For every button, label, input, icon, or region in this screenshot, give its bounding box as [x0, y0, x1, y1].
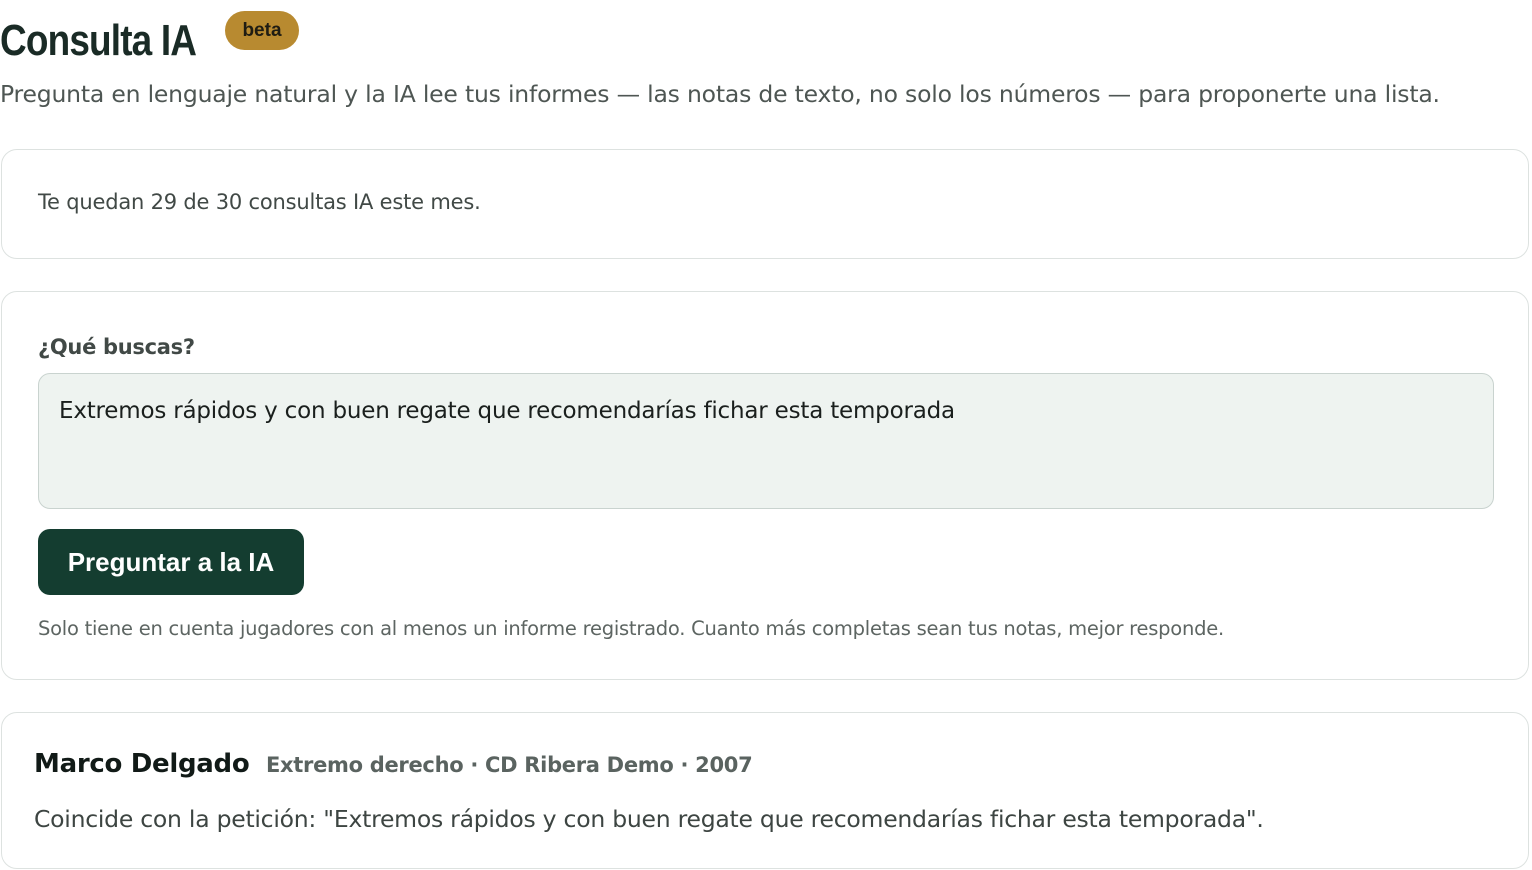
result-reason: Coincide con la petición: "Extremos rápi… [34, 805, 1264, 833]
ask-ai-button[interactable]: Preguntar a la IA [38, 529, 304, 595]
query-input[interactable] [38, 373, 1494, 509]
page-subtitle: Pregunta en lenguaje natural y la IA lee… [0, 80, 1440, 108]
result-player-name[interactable]: Marco Delgado [34, 749, 250, 779]
result-player-meta: Extremo derecho · CD Ribera Demo · 2007 [266, 753, 753, 777]
query-card: ¿Qué buscas? Preguntar a la IA Solo tien… [1, 291, 1529, 680]
quota-card: Te quedan 29 de 30 consultas IA este mes… [1, 149, 1529, 259]
result-card[interactable]: Marco Delgado Extremo derecho · CD Riber… [1, 712, 1529, 869]
page-title: Consulta IA [0, 16, 197, 65]
page-header: Consulta IA [0, 10, 260, 72]
query-label: ¿Qué buscas? [38, 335, 195, 359]
quota-text: Te quedan 29 de 30 consultas IA este mes… [38, 190, 481, 214]
query-hint: Solo tiene en cuenta jugadores con al me… [38, 617, 1224, 640]
beta-badge: beta [225, 11, 299, 50]
